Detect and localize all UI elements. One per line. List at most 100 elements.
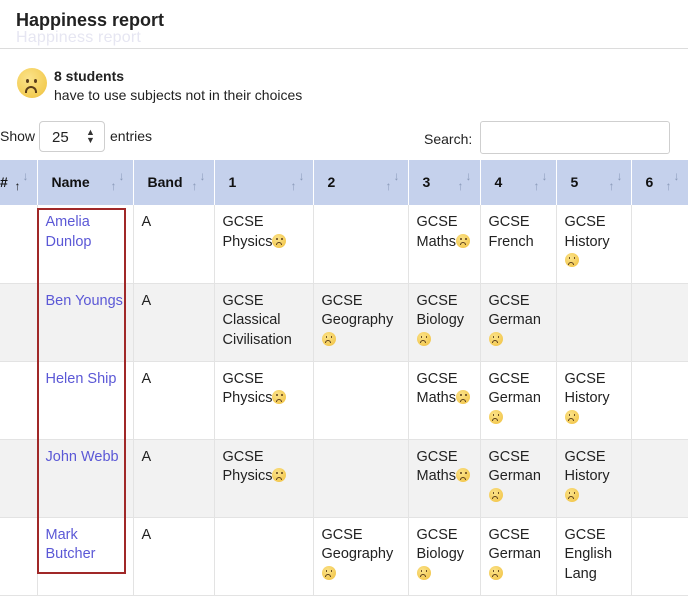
cell-band: A [133,439,215,518]
sort-desc-icon: ↓ [541,169,548,183]
cell-hash [0,361,38,440]
sort-desc-icon: ↓ [616,169,623,183]
search-label: Search: [424,131,473,147]
column-header-name[interactable]: Name ↑ ↓ [37,160,134,205]
sad-face-icon [456,468,470,482]
cell-subject-5: GCSE History [556,205,632,284]
cell-band: A [133,517,215,596]
subject-text: GCSE Biology [416,526,465,563]
search-input[interactable] [480,121,670,154]
table-row: Ben Youngs A GCSE Classical Civilisation GC… [0,283,688,362]
subject-text: GCSE Physics [222,214,273,250]
sad-face-icon [488,409,503,424]
cell-subject-1: GCSE Physics [214,439,314,518]
table-header-row: # ↑ ↓ Name ↑ ↓ Band ↑ ↓ 1 ↑ ↓ 2 ↑ ↓ 3 ↑ ↓ 4 ↑ ↓ 5 ↑ ↓ 6 ↑… [0,160,688,205]
student-link[interactable]: Ben Youngs [46,293,123,309]
student-link[interactable]: Mark Butcher [46,527,96,563]
sad-face-icon [564,409,579,424]
cell-hash [0,517,38,596]
summary-count: 8 students [54,68,125,84]
cell-band: A [133,205,215,284]
sad-face-icon [272,468,287,482]
sad-face-icon [488,487,503,502]
subject-text: GCSE German [488,292,541,329]
student-link[interactable]: Helen Ship [46,371,117,387]
cell-hash [0,439,38,518]
cell-subject-1: GCSE Classical Civilisation [214,283,314,362]
cell-subject-4: GCSE German [480,517,557,596]
subject-text: GCSE History [564,370,610,407]
table-body: Amelia Dunlop A GCSE Physics GCSE Maths GCSE… [0,205,688,596]
entries-label: entries [110,128,153,144]
cell-subject-6 [631,283,688,362]
summary-description: have to use subjects not in their choice… [54,87,303,103]
sad-face-icon [17,68,47,98]
page-title-ghost: Happiness report [16,29,142,46]
sort-asc-icon: ↑ [665,179,672,193]
entries-length-select[interactable]: 25 ▲ ▼ [39,121,105,152]
cell-subject-2 [313,361,409,440]
cell-subject-6 [631,439,688,518]
student-link[interactable]: Amelia Dunlop [46,214,92,250]
cell-name: Amelia Dunlop [37,205,134,284]
subject-text: GCSE Biology [416,292,465,329]
sad-face-icon [321,331,336,346]
cell-subject-2: GCSE Geography [313,283,409,362]
cell-subject-5: GCSE History [556,361,632,440]
show-label: Show [0,128,36,144]
subject-text: GCSE History [564,214,610,250]
sad-face-icon [456,233,470,248]
table-row: Helen Ship A GCSE Physics GCSE Maths GCSE Ge… [0,361,688,440]
subject-text: GCSE German [488,448,541,485]
sort-asc-icon: ↑ [110,179,117,193]
subject-text: GCSE English Lang [564,526,613,582]
subject-text: GCSE History [564,448,610,485]
cell-name: Helen Ship [37,361,134,440]
column-header-hash[interactable]: # ↑ ↓ [0,160,38,205]
sad-face-icon [564,487,579,502]
sort-asc-icon: ↑ [457,179,464,193]
sad-face-icon [416,331,431,346]
band-value: A [141,214,152,230]
page-header: Happiness report Happiness report [0,0,688,49]
subject-text: GCSE Physics [222,448,273,485]
column-header-1[interactable]: 1 ↑ ↓ [214,160,314,205]
cell-name: Ben Youngs [37,283,134,362]
subject-text: GCSE German [488,370,541,407]
student-link[interactable]: John Webb [46,449,119,465]
column-header-3[interactable]: 3 ↑ ↓ [408,160,481,205]
subject-text: GCSE German [488,526,541,563]
cell-subject-1 [214,517,314,596]
sad-face-icon [488,331,503,346]
select-arrows-icon: ▲ ▼ [86,127,95,145]
cell-name: John Webb [37,439,134,518]
subject-text: GCSE Physics [222,370,273,407]
sort-asc-icon: ↑ [385,179,392,193]
column-header-5[interactable]: 5 ↑ ↓ [556,160,632,205]
cell-subject-3: GCSE Maths [408,205,481,284]
sort-desc-icon: ↓ [22,169,29,183]
page-title: Happiness report [16,10,165,30]
cell-subject-3: GCSE Biology [408,517,481,596]
cell-subject-5: GCSE English Lang [556,517,632,596]
column-header-band[interactable]: Band ↑ ↓ [133,160,215,205]
cell-subject-3: GCSE Biology [408,283,481,362]
sad-face-icon [488,565,503,580]
band-value: A [141,526,152,543]
cell-subject-6 [631,205,688,284]
sort-desc-icon: ↓ [298,169,305,183]
band-value: A [141,448,152,465]
cell-hash [0,205,38,284]
subject-text: GCSE Geography [321,292,394,329]
column-header-6[interactable]: 6 ↑ ↓ [631,160,688,205]
cell-subject-1: GCSE Physics [214,361,314,440]
cell-subject-1: GCSE Physics [214,205,314,284]
sad-face-icon [456,390,470,404]
column-header-4[interactable]: 4 ↑ ↓ [480,160,557,205]
subject-text: GCSE Classical Civilisation [222,292,292,348]
cell-subject-4: GCSE German [480,283,557,362]
column-header-2[interactable]: 2 ↑ ↓ [313,160,409,205]
subject-text: GCSE French [488,214,534,250]
cell-subject-3: GCSE Maths [408,361,481,440]
subject-text: GCSE Geography [321,526,394,563]
